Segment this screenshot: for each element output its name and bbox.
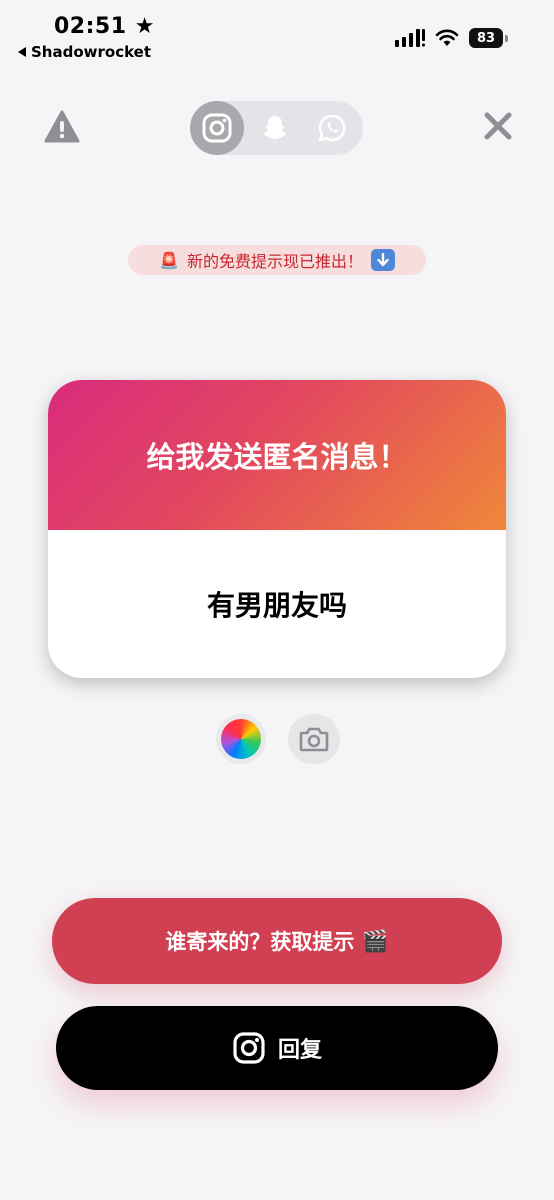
card-header: 给我发送匿名消息！	[48, 380, 506, 530]
get-hint-button[interactable]: 谁寄来的？获取提示 🎬	[52, 898, 502, 984]
change-color-button[interactable]	[216, 714, 266, 764]
back-app-label: Shadowrocket	[31, 43, 152, 61]
tab-whatsapp[interactable]	[305, 101, 359, 155]
down-arrow-icon	[370, 249, 395, 271]
battery-cap-icon	[505, 34, 508, 42]
back-arrow-icon	[18, 47, 26, 57]
close-icon	[484, 112, 512, 140]
star-icon: ★	[134, 14, 155, 39]
back-to-app-link[interactable]: Shadowrocket	[18, 43, 151, 61]
card-body: 有男朋友吗	[48, 530, 506, 678]
promo-text: 新的免费提示现已推出！	[186, 252, 363, 271]
free-hints-banner[interactable]: 🚨 新的免费提示现已推出！	[128, 245, 426, 275]
reply-button[interactable]: 回复	[56, 1006, 498, 1090]
status-indicators: 83	[395, 28, 508, 48]
status-time: 02:51 ★	[54, 14, 155, 39]
instagram-icon	[233, 1032, 265, 1064]
page: 02:51 ★ Shadowrocket 83 🚨 新的免费提示现已推出！ 给我…	[0, 0, 554, 1200]
card-title: 给我发送匿名消息！	[146, 440, 408, 474]
reply-label: 回复	[277, 1038, 322, 1063]
cellular-signal-icon	[395, 29, 425, 47]
color-wheel-icon	[221, 719, 261, 759]
platform-switcher	[190, 101, 363, 155]
battery-level: 83	[476, 30, 496, 46]
whatsapp-icon	[318, 114, 346, 142]
tab-instagram[interactable]	[190, 101, 244, 155]
get-hint-label: 谁寄来的？获取提示	[165, 930, 355, 954]
siren-icon: 🚨	[159, 250, 179, 270]
wifi-icon	[435, 29, 459, 46]
message-text: 有男朋友吗	[206, 589, 347, 622]
instagram-icon	[202, 113, 232, 143]
warning-icon	[44, 110, 80, 143]
status-time-text: 02:51	[54, 14, 127, 39]
snapchat-icon	[262, 116, 287, 139]
camera-icon	[299, 727, 329, 752]
clapperboard-icon: 🎬	[362, 928, 389, 953]
battery-indicator: 83	[469, 28, 503, 48]
tab-snapchat[interactable]	[248, 101, 302, 155]
close-button[interactable]	[480, 108, 516, 144]
message-card: 给我发送匿名消息！ 有男朋友吗	[48, 380, 506, 678]
screenshot-button[interactable]	[288, 714, 340, 764]
report-button[interactable]	[44, 110, 80, 146]
